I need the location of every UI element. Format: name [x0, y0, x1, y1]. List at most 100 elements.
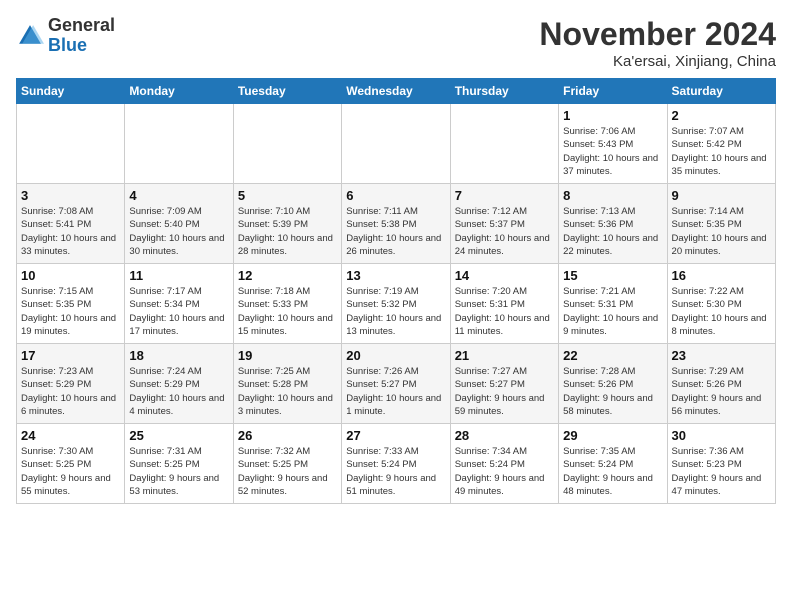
day-info: Sunrise: 7:29 AMSunset: 5:26 PMDaylight:…: [672, 365, 771, 418]
day-info: Sunrise: 7:18 AMSunset: 5:33 PMDaylight:…: [238, 285, 337, 338]
calendar-cell: 27 Sunrise: 7:33 AMSunset: 5:24 PMDayligh…: [342, 424, 450, 504]
day-info: Sunrise: 7:30 AMSunset: 5:25 PMDaylight:…: [21, 445, 120, 498]
week-row-4: 17 Sunrise: 7:23 AMSunset: 5:29 PMDayligh…: [17, 344, 776, 424]
calendar-cell: 11Sunrise: 7:17 AMSunset: 5:34 PMDayligh…: [125, 264, 233, 344]
day-info: Sunrise: 7:13 AMSunset: 5:36 PMDaylight:…: [563, 205, 662, 258]
weekday-header-sunday: Sunday: [17, 79, 125, 104]
logo-general-text: General: [48, 15, 115, 35]
day-info: Sunrise: 7:26 AMSunset: 5:27 PMDaylight:…: [346, 365, 445, 418]
day-number: 5: [238, 188, 337, 203]
day-info: Sunrise: 7:11 AMSunset: 5:38 PMDaylight:…: [346, 205, 445, 258]
day-number: 28: [455, 428, 554, 443]
day-info: Sunrise: 7:23 AMSunset: 5:29 PMDaylight:…: [21, 365, 120, 418]
day-number: 24: [21, 428, 120, 443]
calendar-cell: 9 Sunrise: 7:14 AMSunset: 5:35 PMDaylight…: [667, 184, 775, 264]
calendar-cell: 20 Sunrise: 7:26 AMSunset: 5:27 PMDayligh…: [342, 344, 450, 424]
day-number: 29: [563, 428, 662, 443]
day-info: Sunrise: 7:34 AMSunset: 5:24 PMDaylight:…: [455, 445, 554, 498]
weekday-header-saturday: Saturday: [667, 79, 775, 104]
calendar-cell: [450, 104, 558, 184]
day-info: Sunrise: 7:15 AMSunset: 5:35 PMDaylight:…: [21, 285, 120, 338]
day-number: 27: [346, 428, 445, 443]
day-info: Sunrise: 7:36 AMSunset: 5:23 PMDaylight:…: [672, 445, 771, 498]
week-row-3: 10 Sunrise: 7:15 AMSunset: 5:35 PMDayligh…: [17, 264, 776, 344]
day-number: 26: [238, 428, 337, 443]
calendar-body: 1Sunrise: 7:06 AMSunset: 5:43 PMDaylight…: [17, 104, 776, 504]
weekday-header-tuesday: Tuesday: [233, 79, 341, 104]
day-number: 19: [238, 348, 337, 363]
calendar-cell: 4Sunrise: 7:09 AMSunset: 5:40 PMDaylight…: [125, 184, 233, 264]
title-area: November 2024 Ka'ersai, Xinjiang, China: [539, 16, 776, 70]
day-number: 1: [563, 108, 662, 123]
calendar-cell: [233, 104, 341, 184]
calendar-cell: [125, 104, 233, 184]
week-row-1: 1Sunrise: 7:06 AMSunset: 5:43 PMDaylight…: [17, 104, 776, 184]
day-number: 17: [21, 348, 120, 363]
calendar-cell: 24 Sunrise: 7:30 AMSunset: 5:25 PMDayligh…: [17, 424, 125, 504]
day-number: 7: [455, 188, 554, 203]
calendar-cell: 14 Sunrise: 7:20 AMSunset: 5:31 PMDayligh…: [450, 264, 558, 344]
weekday-header-monday: Monday: [125, 79, 233, 104]
day-number: 11: [129, 268, 228, 283]
calendar-cell: 22 Sunrise: 7:28 AMSunset: 5:26 PMDayligh…: [559, 344, 667, 424]
day-info: Sunrise: 7:35 AMSunset: 5:24 PMDaylight:…: [563, 445, 662, 498]
weekday-header-row: SundayMondayTuesdayWednesdayThursdayFrid…: [17, 79, 776, 104]
day-number: 16: [672, 268, 771, 283]
day-number: 14: [455, 268, 554, 283]
calendar-cell: 19 Sunrise: 7:25 AMSunset: 5:28 PMDayligh…: [233, 344, 341, 424]
day-number: 23: [672, 348, 771, 363]
calendar-cell: 26 Sunrise: 7:32 AMSunset: 5:25 PMDayligh…: [233, 424, 341, 504]
calendar-table: SundayMondayTuesdayWednesdayThursdayFrid…: [16, 78, 776, 504]
calendar-cell: 7 Sunrise: 7:12 AMSunset: 5:37 PMDaylight…: [450, 184, 558, 264]
day-number: 13: [346, 268, 445, 283]
day-info: Sunrise: 7:22 AMSunset: 5:30 PMDaylight:…: [672, 285, 771, 338]
day-number: 20: [346, 348, 445, 363]
day-number: 9: [672, 188, 771, 203]
weekday-header-wednesday: Wednesday: [342, 79, 450, 104]
day-number: 21: [455, 348, 554, 363]
day-info: Sunrise: 7:19 AMSunset: 5:32 PMDaylight:…: [346, 285, 445, 338]
day-number: 22: [563, 348, 662, 363]
calendar-cell: 5Sunrise: 7:10 AMSunset: 5:39 PMDaylight…: [233, 184, 341, 264]
calendar-cell: 30Sunrise: 7:36 AMSunset: 5:23 PMDayligh…: [667, 424, 775, 504]
day-info: Sunrise: 7:25 AMSunset: 5:28 PMDaylight:…: [238, 365, 337, 418]
month-title: November 2024: [539, 16, 776, 53]
day-info: Sunrise: 7:14 AMSunset: 5:35 PMDaylight:…: [672, 205, 771, 258]
day-info: Sunrise: 7:12 AMSunset: 5:37 PMDaylight:…: [455, 205, 554, 258]
day-info: Sunrise: 7:33 AMSunset: 5:24 PMDaylight:…: [346, 445, 445, 498]
logo-blue-text: Blue: [48, 35, 87, 55]
logo-icon: [16, 22, 44, 50]
day-number: 2: [672, 108, 771, 123]
calendar-cell: 1Sunrise: 7:06 AMSunset: 5:43 PMDaylight…: [559, 104, 667, 184]
week-row-5: 24 Sunrise: 7:30 AMSunset: 5:25 PMDayligh…: [17, 424, 776, 504]
day-info: Sunrise: 7:21 AMSunset: 5:31 PMDaylight:…: [563, 285, 662, 338]
day-info: Sunrise: 7:27 AMSunset: 5:27 PMDaylight:…: [455, 365, 554, 418]
logo: General Blue: [16, 16, 115, 56]
page-header: General Blue November 2024 Ka'ersai, Xin…: [16, 16, 776, 70]
day-info: Sunrise: 7:20 AMSunset: 5:31 PMDaylight:…: [455, 285, 554, 338]
calendar-cell: [342, 104, 450, 184]
calendar-cell: 8 Sunrise: 7:13 AMSunset: 5:36 PMDaylight…: [559, 184, 667, 264]
calendar-cell: 10 Sunrise: 7:15 AMSunset: 5:35 PMDayligh…: [17, 264, 125, 344]
day-number: 6: [346, 188, 445, 203]
calendar-cell: 6 Sunrise: 7:11 AMSunset: 5:38 PMDaylight…: [342, 184, 450, 264]
day-number: 10: [21, 268, 120, 283]
day-number: 12: [238, 268, 337, 283]
day-number: 8: [563, 188, 662, 203]
calendar-cell: 16 Sunrise: 7:22 AMSunset: 5:30 PMDayligh…: [667, 264, 775, 344]
calendar-cell: 21 Sunrise: 7:27 AMSunset: 5:27 PMDayligh…: [450, 344, 558, 424]
week-row-2: 3Sunrise: 7:08 AMSunset: 5:41 PMDaylight…: [17, 184, 776, 264]
day-info: Sunrise: 7:28 AMSunset: 5:26 PMDaylight:…: [563, 365, 662, 418]
calendar-cell: 29 Sunrise: 7:35 AMSunset: 5:24 PMDayligh…: [559, 424, 667, 504]
calendar-cell: 2Sunrise: 7:07 AMSunset: 5:42 PMDaylight…: [667, 104, 775, 184]
calendar-cell: [17, 104, 125, 184]
day-info: Sunrise: 7:08 AMSunset: 5:41 PMDaylight:…: [21, 205, 120, 258]
day-info: Sunrise: 7:09 AMSunset: 5:40 PMDaylight:…: [129, 205, 228, 258]
calendar-cell: 28 Sunrise: 7:34 AMSunset: 5:24 PMDayligh…: [450, 424, 558, 504]
day-number: 15: [563, 268, 662, 283]
calendar-cell: 12 Sunrise: 7:18 AMSunset: 5:33 PMDayligh…: [233, 264, 341, 344]
day-info: Sunrise: 7:32 AMSunset: 5:25 PMDaylight:…: [238, 445, 337, 498]
day-number: 18: [129, 348, 228, 363]
calendar-cell: 18Sunrise: 7:24 AMSunset: 5:29 PMDayligh…: [125, 344, 233, 424]
location-text: Ka'ersai, Xinjiang, China: [539, 53, 776, 70]
